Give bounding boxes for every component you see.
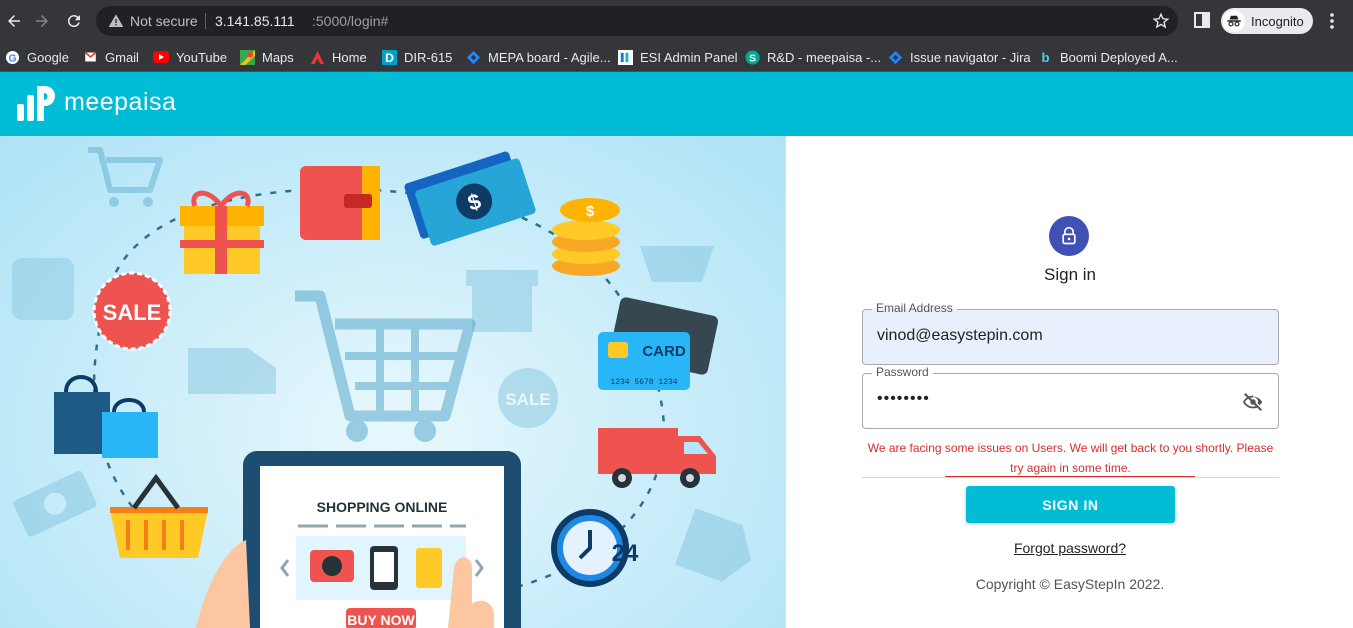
- bookmark-gmail[interactable]: Gmail: [82, 46, 139, 68]
- email-value[interactable]: vinod@easystepin.com: [877, 327, 1043, 345]
- maps-icon: [239, 49, 255, 65]
- dlink-icon: D: [381, 49, 397, 65]
- svg-text:D: D: [385, 51, 394, 65]
- forgot-password-link[interactable]: Forgot password?: [786, 540, 1353, 556]
- truck-icon: [598, 428, 716, 488]
- faded-cart-icon: [88, 147, 163, 207]
- svg-text:b: b: [1041, 50, 1049, 65]
- faded-sale-badge-icon: SALE: [498, 368, 558, 428]
- email-field[interactable]: Email Address vinod@easystepin.com: [862, 301, 1279, 365]
- money-icon: $: [404, 151, 536, 246]
- incognito-icon: [1223, 10, 1245, 32]
- visibility-off-icon[interactable]: [1241, 391, 1265, 413]
- credit-card-icon: CARD 1234 5678 1234: [598, 297, 719, 390]
- security-status: Not secure: [130, 13, 198, 29]
- lock-icon: [1049, 216, 1089, 256]
- shopping-illustration: SALE $ $ SALE CARD 1234 5678 1234 24 SHO…: [0, 136, 785, 628]
- faded-basket-icon: [640, 246, 714, 282]
- brand-name: meepaisa: [64, 88, 177, 116]
- form-divider: [862, 477, 1279, 478]
- gmail-icon: [82, 49, 98, 65]
- clock-label: 24: [612, 540, 639, 567]
- wallet-icon: [300, 166, 380, 240]
- bookmark-rnd-meepaisa[interactable]: S R&D - meepaisa -...: [744, 46, 881, 68]
- meepaisa-logo-icon: [17, 86, 55, 121]
- login-panel: Sign in Email Address vinod@easystepin.c…: [785, 136, 1353, 628]
- faded-price-tag-icon: [674, 508, 752, 582]
- password-field[interactable]: Password ••••••••: [862, 365, 1279, 429]
- sign-in-heading: Sign in: [1044, 265, 1096, 284]
- more-menu-icon[interactable]: [1324, 12, 1340, 30]
- faded-gift-icon: [466, 270, 538, 332]
- jira-icon: [465, 49, 481, 65]
- omnibox-divider: [205, 13, 206, 29]
- youtube-icon: [153, 49, 169, 65]
- basket-icon: [110, 473, 208, 558]
- google-icon: G: [4, 49, 20, 65]
- bookmark-mepa-board[interactable]: MEPA board - Agile...: [465, 46, 611, 68]
- bookmark-dir615[interactable]: D DIR-615: [381, 46, 452, 68]
- boomi-icon: b: [1037, 49, 1053, 65]
- svg-text:$: $: [586, 203, 595, 220]
- side-panel-icon[interactable]: [1194, 12, 1210, 28]
- incognito-badge[interactable]: Incognito: [1221, 8, 1313, 34]
- shopping-bags-icon: [54, 375, 158, 458]
- reload-icon[interactable]: [62, 9, 86, 33]
- error-message: We are facing some issues on Users. We w…: [867, 441, 1274, 475]
- bookmark-home[interactable]: Home: [309, 46, 367, 68]
- app-header: meepaisa: [0, 72, 1353, 136]
- faded-money-icon: [13, 470, 97, 537]
- bookmark-esi-admin[interactable]: ESI Admin Panel: [617, 46, 738, 68]
- svg-text:G: G: [8, 53, 16, 64]
- bookmark-boomi[interactable]: b Boomi Deployed A...: [1037, 46, 1178, 68]
- url-host: 3.141.85.111: [215, 13, 295, 29]
- copyright-text: Copyright © EasyStepIn 2022.: [975, 576, 1165, 592]
- bookmark-google[interactable]: G Google: [4, 46, 69, 68]
- clock-24-icon: 24: [551, 509, 639, 587]
- bookmark-maps[interactable]: Maps: [239, 46, 294, 68]
- buy-now-label: BUY NOW: [347, 612, 415, 628]
- card-label: CARD: [642, 343, 685, 360]
- address-bar[interactable]: Not secure 3.141.85.111 :5000/login#: [96, 6, 1178, 36]
- bookmarks-bar: G Google Gmail YouTube Maps Home D DIR-6…: [0, 42, 1353, 72]
- sale-badge-text: SALE: [103, 300, 162, 325]
- warning-icon: [108, 14, 124, 27]
- faded-sale-text: SALE: [505, 390, 550, 409]
- jira-icon: [887, 49, 903, 65]
- url-path: :5000/login#: [312, 13, 389, 29]
- s-icon: S: [744, 49, 760, 65]
- screen-title: SHOPPING ONLINE: [317, 499, 448, 515]
- back-arrow-icon[interactable]: [2, 9, 26, 33]
- bookmark-youtube[interactable]: YouTube: [153, 46, 227, 68]
- svg-text:S: S: [749, 53, 756, 64]
- email-label: Email Address: [872, 301, 957, 315]
- esi-icon: [617, 49, 633, 65]
- card-number: 1234 5678 1234: [610, 378, 677, 387]
- sale-badge-icon: SALE: [92, 271, 172, 351]
- coins-icon: $: [552, 198, 620, 276]
- bookmark-star-icon[interactable]: [1152, 12, 1170, 30]
- gift-icon: [180, 190, 264, 274]
- big-cart-icon: [295, 290, 476, 442]
- bookmark-issue-navigator[interactable]: Issue navigator - Jira: [887, 46, 1031, 68]
- home-icon: [309, 49, 325, 65]
- forward-arrow-icon[interactable]: [30, 9, 54, 33]
- faded-wallet-icon: [12, 258, 74, 320]
- faded-van-icon: [188, 348, 276, 394]
- password-value[interactable]: ••••••••: [877, 390, 930, 408]
- incognito-label: Incognito: [1251, 13, 1304, 29]
- sign-in-button[interactable]: SIGN IN: [966, 486, 1175, 523]
- browser-toolbar: Not secure 3.141.85.111 :5000/login# Inc…: [0, 0, 1353, 42]
- password-label: Password: [872, 365, 933, 379]
